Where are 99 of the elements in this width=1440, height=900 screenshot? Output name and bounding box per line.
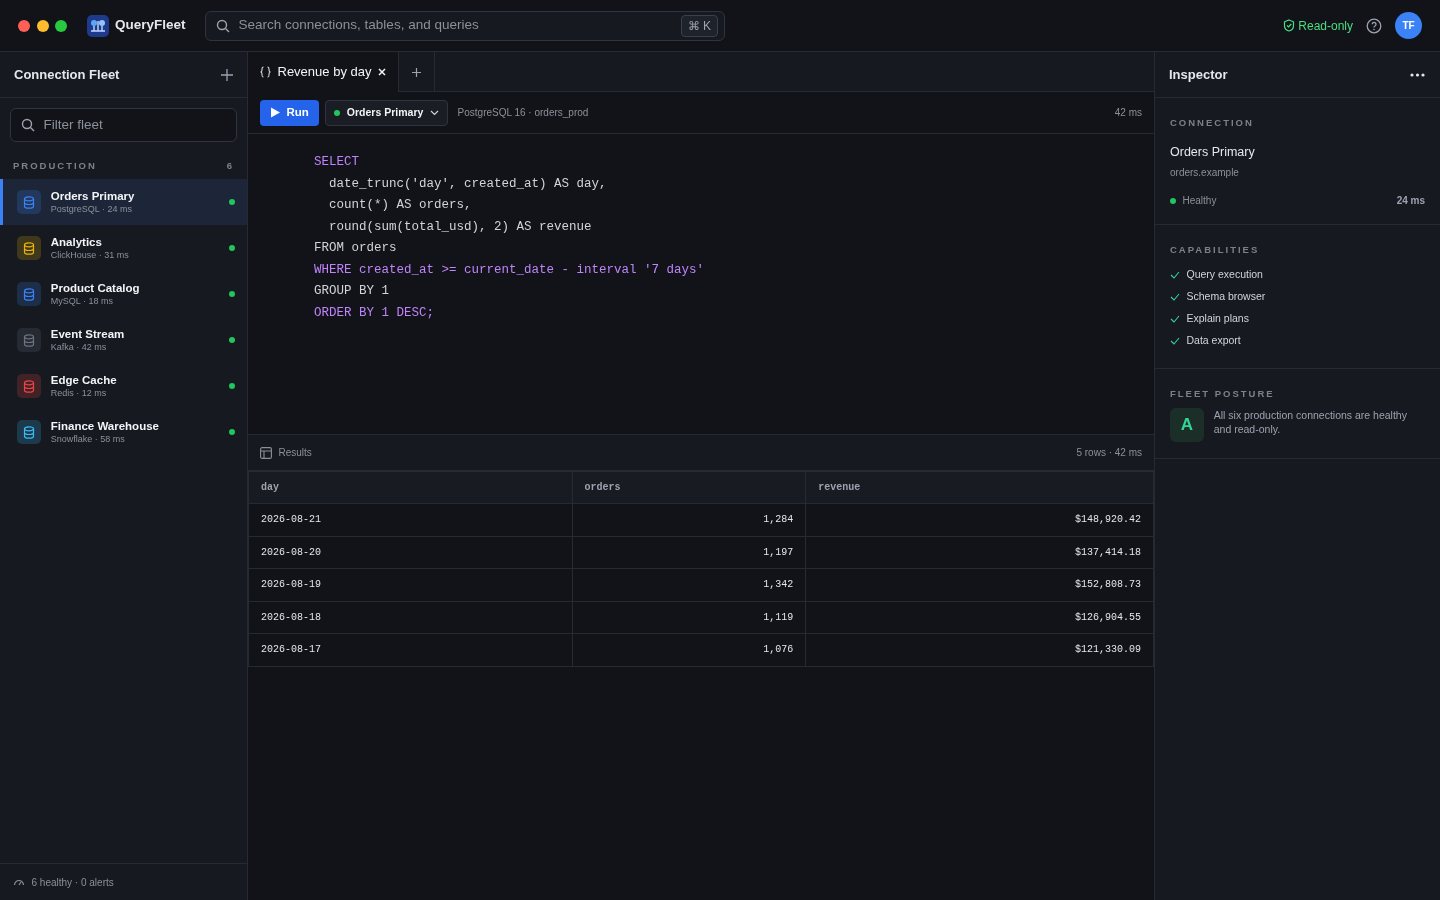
code-line: SELECT: [314, 154, 360, 171]
logo-icon: [86, 14, 109, 37]
search-icon: [216, 18, 231, 33]
connection-item[interactable]: Edge Cache Redis · 12 ms: [0, 363, 247, 410]
maximize-button[interactable]: [55, 19, 67, 32]
results-summary: 5 rows · 42 ms: [1076, 446, 1142, 460]
table-cell: 2026-08-17: [248, 633, 573, 666]
section-heading: CONNECTION: [1170, 116, 1255, 130]
search-field[interactable]: Search connections, tables, and queries ⌘ K: [205, 10, 726, 41]
check-icon: [1170, 315, 1180, 323]
connection-name: Product Catalog: [50, 281, 141, 296]
table-cell: 1,119: [572, 601, 806, 634]
braces-icon: [260, 66, 271, 78]
code-line: date_trunc('day', created_at) AS day,: [328, 175, 608, 193]
table-cell: 1,284: [572, 503, 806, 536]
connection-name: Edge Cache: [50, 373, 118, 388]
capability-label: Explain plans: [1186, 311, 1249, 327]
status-dot: [1170, 197, 1176, 204]
connection-name: Event Stream: [50, 327, 126, 342]
table-cell: 2026-08-19: [248, 568, 573, 601]
table-cell: 1,076: [572, 633, 806, 666]
section-heading: FLEET POSTURE: [1170, 387, 1276, 401]
connection-dropdown[interactable]: Orders Primary: [325, 99, 448, 126]
connection-item[interactable]: Analytics ClickHouse · 31 ms: [0, 225, 247, 272]
connection-item[interactable]: Event Stream Kafka · 42 ms: [0, 317, 247, 364]
search-icon: [21, 118, 35, 132]
column-header[interactable]: day: [248, 471, 573, 504]
connection-meta: Redis · 12 ms: [50, 387, 108, 399]
connection-name: Finance Warehouse: [50, 419, 160, 434]
connection-name: Orders Primary: [50, 189, 136, 204]
latency-value: 24 ms: [1396, 194, 1425, 209]
tab-label: Revenue by day: [277, 63, 372, 82]
search-input[interactable]: Search connections, tables, and queries: [236, 14, 675, 37]
section-heading: CAPABILITIES: [1170, 243, 1261, 258]
read-only-status: Read-only: [1283, 16, 1353, 35]
table-cell: 2026-08-20: [248, 536, 573, 569]
check-icon: [1170, 271, 1180, 279]
user-avatar[interactable]: TF: [1395, 12, 1422, 39]
add-icon[interactable]: [221, 68, 233, 81]
code-line: ORDER BY 1 DESC;: [314, 304, 436, 322]
status-label: Healthy: [1182, 194, 1217, 209]
chevron-down-icon: [429, 109, 439, 116]
code-line: WHERE created_at >= current_date - interval '7 days': [314, 261, 706, 279]
query-tab[interactable]: Revenue by day: [248, 52, 399, 92]
results-title: Results: [278, 446, 312, 460]
code-line: GROUP BY 1: [314, 283, 390, 300]
play-icon: [270, 107, 280, 118]
column-header[interactable]: orders: [572, 471, 806, 504]
connection-meta: Snowflake · 58 ms: [50, 433, 126, 445]
capability-label: Data export: [1186, 333, 1241, 349]
check-icon: [1170, 293, 1180, 301]
close-button[interactable]: [18, 19, 30, 32]
shield-icon: [1283, 19, 1296, 32]
table-cell: 2026-08-21: [248, 503, 573, 536]
connection-meta: Kafka · 42 ms: [50, 341, 108, 353]
connection-host: orders.example: [1170, 166, 1240, 181]
code-line: count(*) AS orders,: [328, 197, 473, 214]
connection-meta: ClickHouse · 31 ms: [50, 249, 130, 261]
check-icon: [1170, 337, 1180, 345]
filter-field[interactable]: Filter fleet: [10, 108, 237, 142]
inspector-title: Inspector: [1169, 65, 1228, 84]
column-header[interactable]: revenue: [805, 471, 1154, 504]
table-cell: $126,904.55: [805, 601, 1154, 634]
minimize-button[interactable]: [36, 19, 49, 32]
close-icon[interactable]: [377, 68, 386, 76]
help-icon[interactable]: [1366, 17, 1382, 34]
table-cell: 2026-08-18: [248, 601, 573, 634]
app-name: QueryFleet: [115, 16, 186, 35]
code-line: round(sum(total_usd), 2) AS revenue: [328, 218, 593, 236]
table-cell: $121,330.09: [805, 633, 1154, 666]
more-icon[interactable]: [1410, 72, 1425, 77]
filter-input[interactable]: Filter fleet: [41, 113, 226, 137]
query-timing: 42 ms: [1114, 106, 1142, 120]
table-cell: 1,342: [572, 568, 806, 601]
connection-name: Analytics: [50, 235, 103, 250]
connection-details: PostgreSQL 16 · orders_prod: [457, 106, 589, 120]
table-cell: 1,197: [572, 536, 806, 569]
grade-badge: A: [1170, 407, 1204, 442]
connection-item[interactable]: Finance Warehouse Snowflake · 58 ms: [0, 409, 247, 456]
table-cell: $152,808.73: [805, 568, 1154, 601]
code-line: FROM orders: [314, 240, 398, 257]
sidebar-title: Connection Fleet: [14, 65, 120, 84]
connection-name: Orders Primary: [1170, 144, 1256, 162]
fleet-status: 6 healthy · 0 alerts: [31, 875, 114, 890]
table-cell: $148,920.42: [805, 503, 1154, 536]
connection-meta: PostgreSQL · 24 ms: [50, 203, 133, 215]
add-icon[interactable]: [411, 67, 421, 77]
shortcut-hint: ⌘ K: [680, 14, 719, 37]
connection-meta: MySQL · 18 ms: [50, 295, 114, 307]
group-label: PRODUCTION: [13, 158, 97, 173]
connection-item[interactable]: Product Catalog MySQL · 18 ms: [0, 271, 247, 318]
table-icon: [260, 446, 272, 459]
posture-text: All six production connections are healthy and read-only.: [1213, 407, 1408, 437]
run-button[interactable]: Run: [260, 99, 319, 126]
capability-label: Schema browser: [1186, 289, 1266, 305]
group-count: 6: [226, 158, 234, 173]
capability-label: Query execution: [1186, 267, 1263, 283]
connection-item[interactable]: Orders Primary PostgreSQL · 24 ms: [0, 179, 247, 226]
table-cell: $137,414.18: [805, 536, 1154, 569]
